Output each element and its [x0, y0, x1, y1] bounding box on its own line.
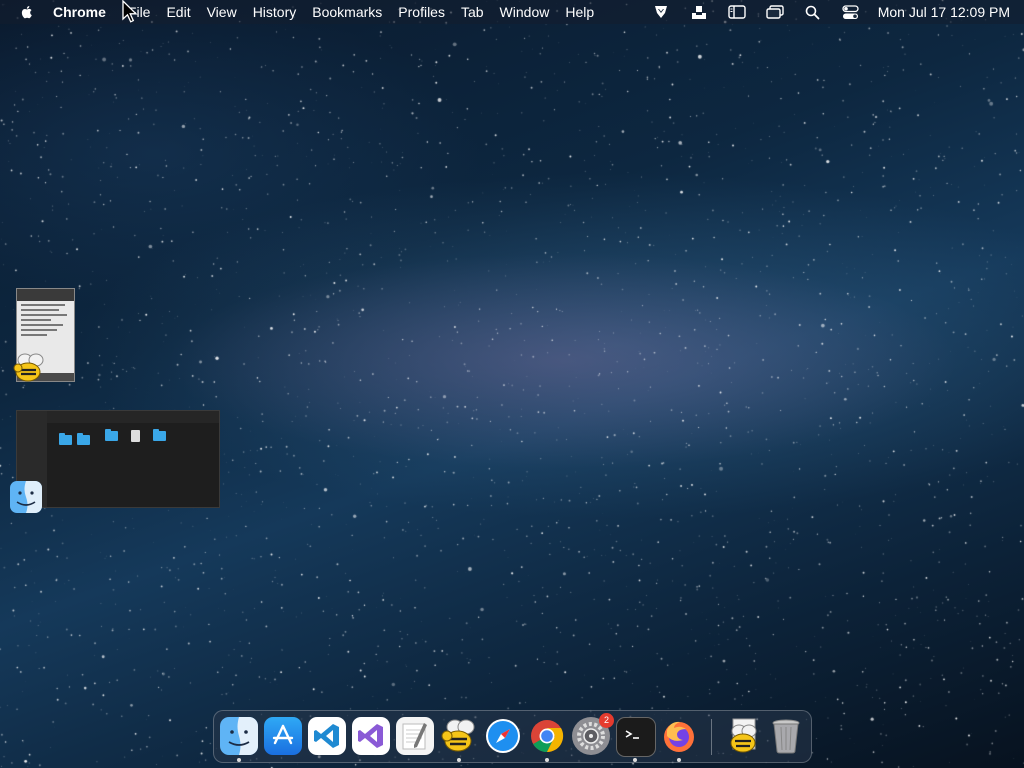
sidebar-icon[interactable]	[728, 4, 746, 20]
thumbnail-text-line	[21, 309, 59, 311]
menu-profiles[interactable]: Profiles	[390, 0, 453, 24]
dock: 2	[213, 710, 812, 763]
dock-safari-icon[interactable]	[484, 717, 522, 755]
folder-icon	[153, 429, 166, 441]
thumbnail-toolbar	[47, 411, 219, 423]
mouse-cursor-icon	[122, 0, 138, 23]
menu-history[interactable]: History	[245, 0, 305, 24]
dock-app-store-icon[interactable]	[264, 717, 302, 755]
folder-icon	[77, 433, 90, 445]
dock-finder-icon[interactable]	[220, 717, 258, 755]
finder-app-badge-icon	[10, 481, 42, 513]
menu-help[interactable]: Help	[557, 0, 602, 24]
menu-edit[interactable]: Edit	[158, 0, 198, 24]
dock-cyberduck-icon[interactable]	[440, 717, 478, 755]
thumbnail-text-line	[21, 314, 67, 316]
dock-system-preferences-icon[interactable]: 2	[572, 713, 614, 755]
dock-textedit-icon[interactable]	[396, 717, 434, 755]
menu-bar-clock[interactable]: Mon Jul 17 12:09 PM	[878, 4, 1010, 20]
dock-visual-studio-icon[interactable]	[352, 717, 390, 755]
menu-window[interactable]: Window	[492, 0, 558, 24]
menu-bar: Chrome File Edit View History Bookmarks …	[0, 0, 1024, 24]
running-indicator	[633, 758, 637, 762]
control-center-icon[interactable]	[842, 4, 860, 20]
app-status-icon[interactable]	[652, 4, 670, 20]
dock-chrome-icon[interactable]	[528, 717, 566, 755]
dock-separator	[711, 719, 712, 755]
desktop-wallpaper	[0, 0, 1024, 768]
dock-firefox-icon[interactable]	[660, 717, 698, 755]
menu-bar-status-area: Mon Jul 17 12:09 PM	[642, 0, 1024, 24]
folder-icon	[105, 429, 118, 441]
minimized-window-thumbnail-finder[interactable]	[16, 410, 220, 508]
thumbnail-toolbar	[17, 289, 74, 301]
dock-terminal-icon[interactable]	[616, 717, 656, 757]
menu-view[interactable]: View	[199, 0, 245, 24]
windows-icon[interactable]	[766, 4, 784, 20]
folder-icon	[59, 433, 72, 445]
menu-bookmarks[interactable]: Bookmarks	[304, 0, 390, 24]
file-icon	[131, 430, 140, 442]
search-icon[interactable]	[804, 4, 822, 20]
running-indicator	[457, 758, 461, 762]
upload-tray-icon[interactable]	[690, 4, 708, 20]
cyberduck-app-badge-icon	[13, 353, 44, 382]
menu-tab[interactable]: Tab	[453, 0, 492, 24]
thumbnail-text-line	[21, 329, 57, 331]
apple-icon[interactable]	[19, 4, 35, 20]
notification-badge: 2	[599, 713, 614, 728]
dock-trash-icon[interactable]	[767, 717, 805, 755]
thumbnail-text-line	[21, 334, 47, 336]
running-indicator	[545, 758, 549, 762]
thumbnail-text-line	[21, 304, 65, 306]
running-indicator	[237, 758, 241, 762]
dock-cyberduck-document-icon[interactable]	[724, 717, 762, 755]
menu-app-name[interactable]: Chrome	[45, 0, 114, 24]
thumbnail-text-line	[21, 324, 63, 326]
running-indicator	[677, 758, 681, 762]
thumbnail-text-line	[21, 319, 51, 321]
dock-visual-studio-code-icon[interactable]	[308, 717, 346, 755]
